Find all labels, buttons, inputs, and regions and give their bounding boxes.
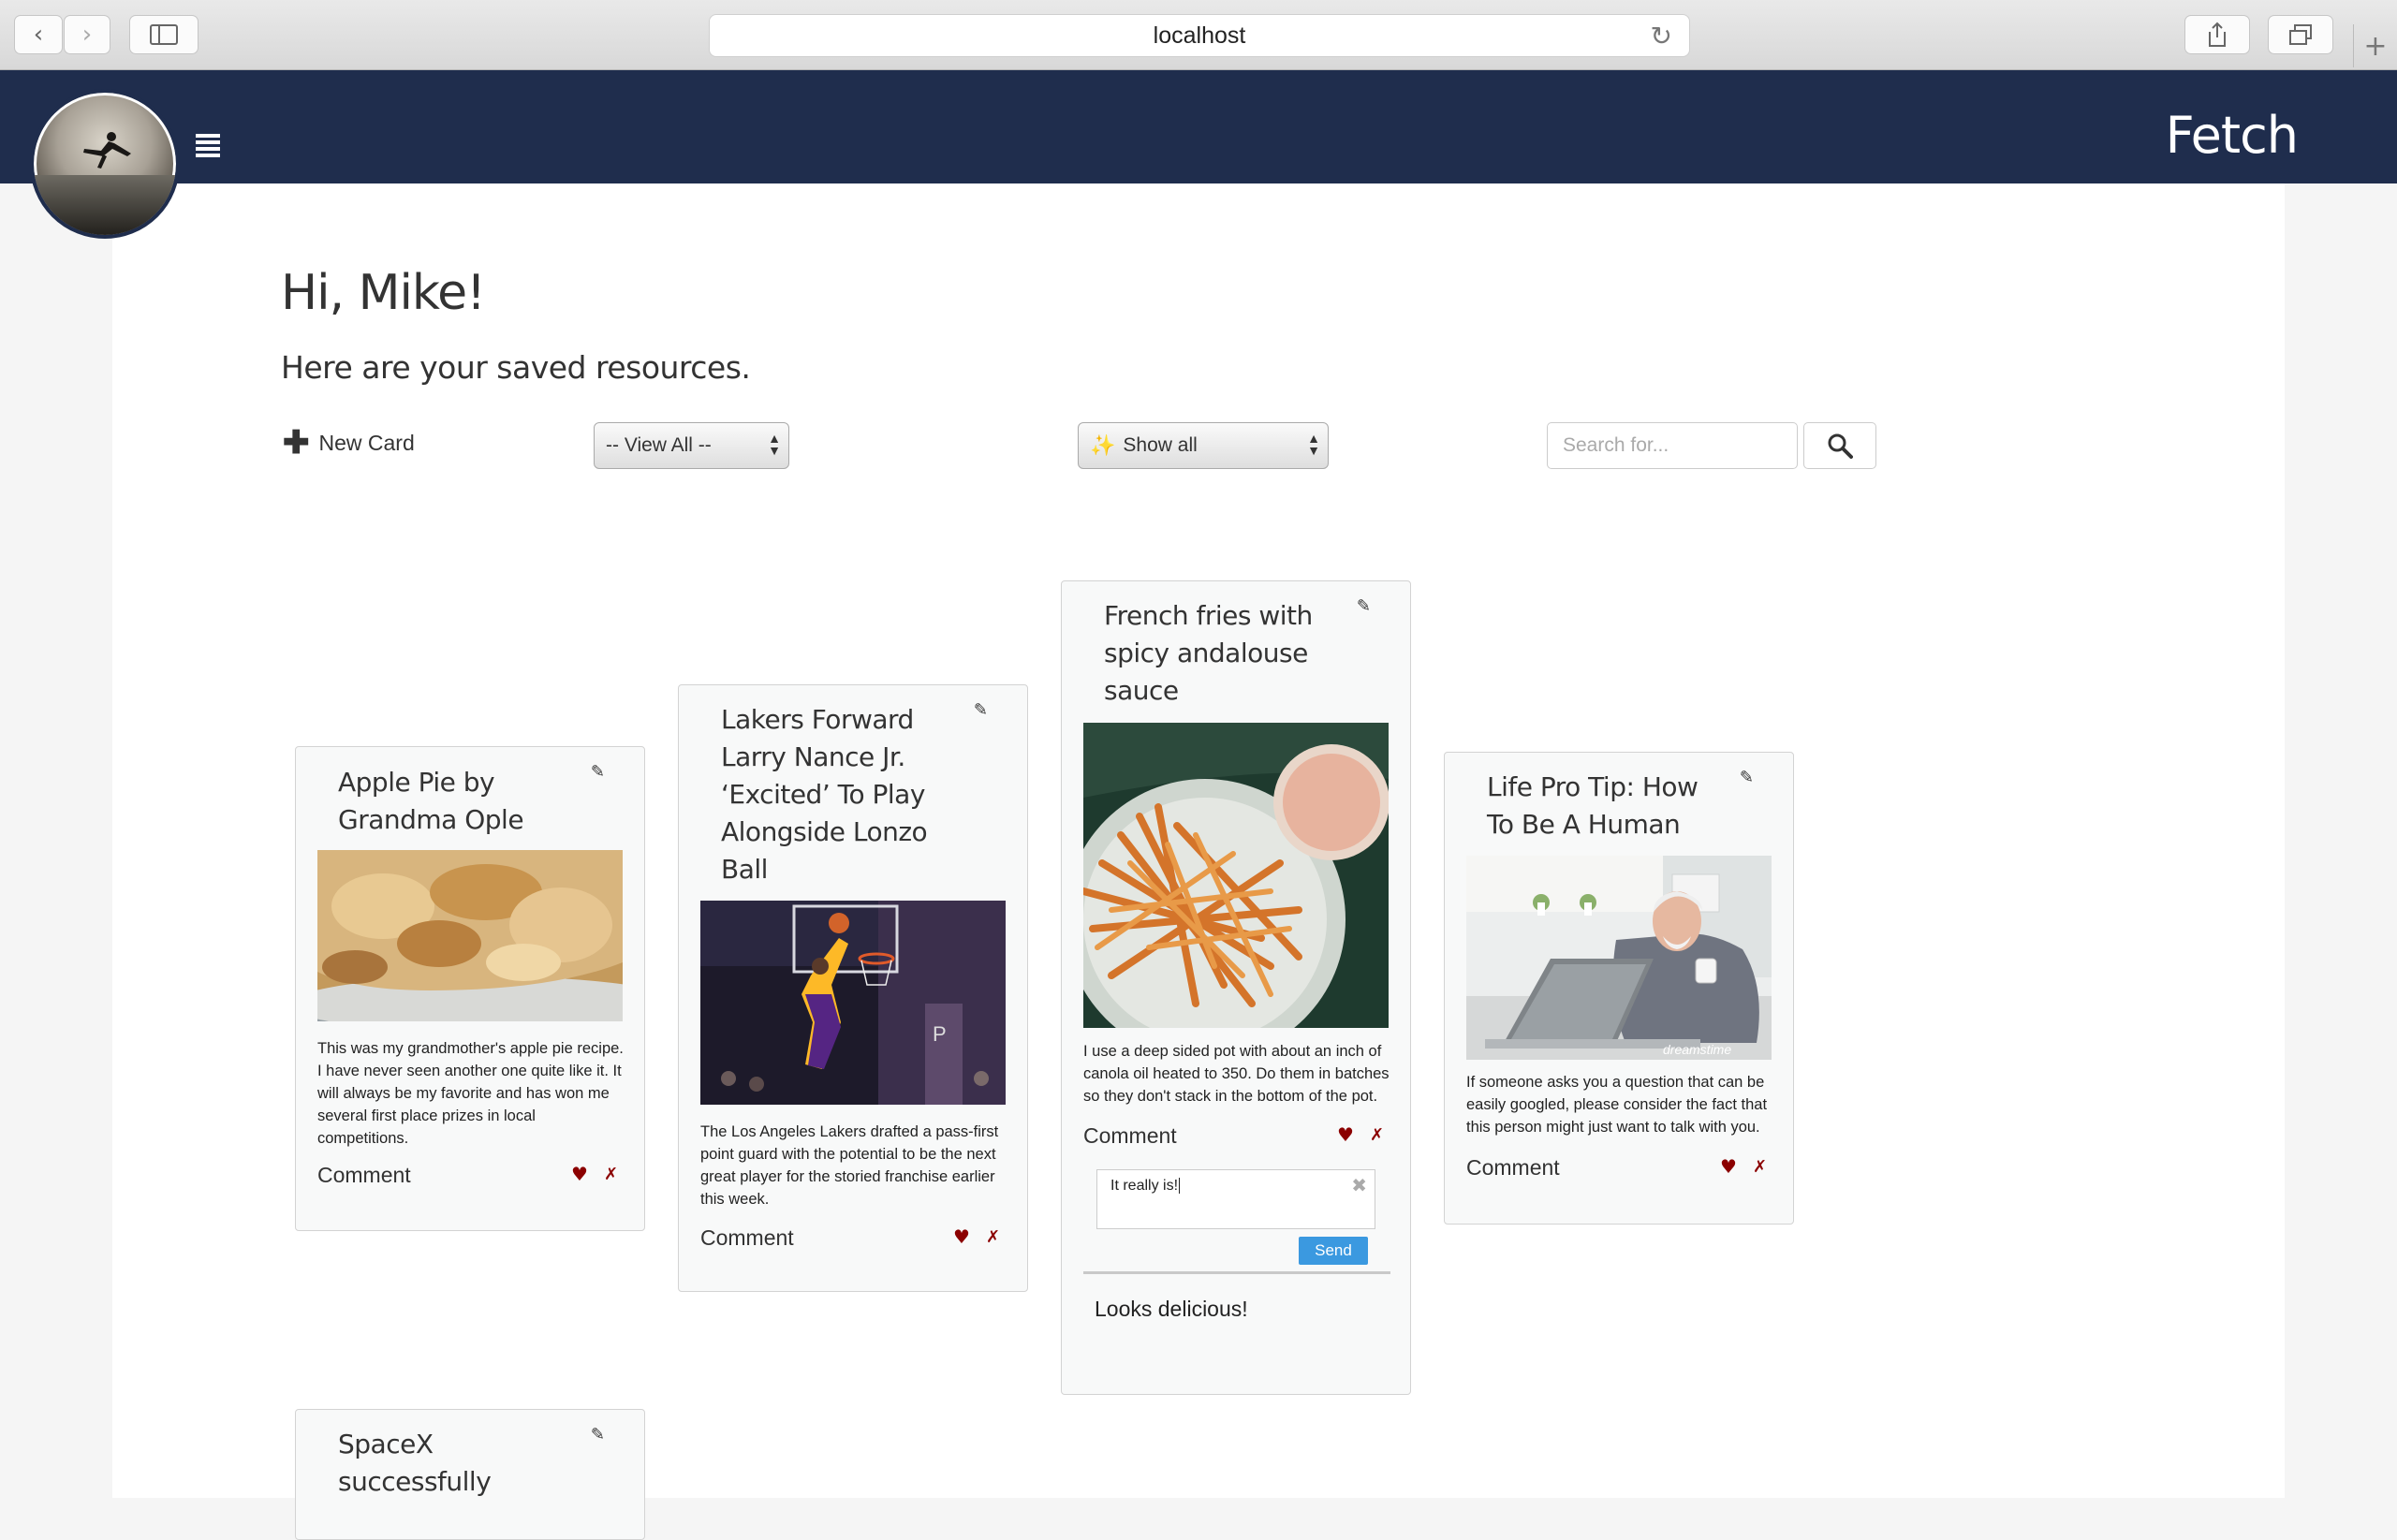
delete-icon[interactable]: ✗ [1753, 1157, 1767, 1177]
svg-text:P: P [933, 1022, 947, 1046]
new-card-label: New Card [318, 430, 415, 455]
comment-button[interactable]: Comment [700, 1225, 794, 1251]
text-cursor [1179, 1178, 1184, 1194]
apple-pie-image[interactable] [317, 850, 623, 1021]
page-title: Hi, Mike! [281, 265, 486, 321]
new-card-button[interactable]: ✚ New Card [283, 427, 415, 459]
avatar-background [34, 175, 176, 235]
back-icon: ‹ [33, 21, 44, 49]
search-button[interactable] [1803, 422, 1876, 469]
sparkle-icon: ✨ [1090, 433, 1116, 457]
hamburger-menu-icon[interactable] [196, 134, 220, 158]
comment-input-value: It really is! [1110, 1178, 1179, 1194]
man-with-laptop-image[interactable]: dreamstime [1466, 856, 1772, 1060]
tabs-icon [2289, 24, 2312, 45]
heart-icon[interactable]: ♥ [953, 1225, 970, 1248]
show-select[interactable]: ✨ Show all ▲ ▼ [1078, 422, 1329, 469]
new-tab-button[interactable]: + [2353, 24, 2397, 67]
edit-icon[interactable]: ✎ [591, 762, 605, 782]
delete-icon[interactable]: ✗ [1370, 1125, 1384, 1145]
forward-button[interactable]: › [64, 15, 110, 54]
show-select-value: Show all [1123, 434, 1198, 456]
card-description: If someone asks you a question that can … [1466, 1074, 1768, 1136]
heart-icon[interactable]: ♥ [1337, 1123, 1354, 1146]
delete-icon[interactable]: ✗ [986, 1227, 1000, 1247]
resource-card: Life Pro Tip: How To Be A Human ✎ dreams… [1444, 752, 1794, 1225]
brand-title[interactable]: Fetch [2166, 106, 2299, 165]
search-input[interactable] [1547, 422, 1798, 469]
delete-icon[interactable]: ✗ [604, 1165, 618, 1184]
page-subtitle: Here are your saved resources. [281, 349, 751, 386]
card-description: This was my grandmother's apple pie reci… [317, 1040, 624, 1147]
card-title[interactable]: Lakers Forward Larry Nance Jr. ‘Excited’… [721, 701, 946, 888]
edit-icon[interactable]: ✎ [1740, 768, 1754, 787]
watermark-text: dreamstime [1663, 1042, 1731, 1057]
edit-icon[interactable]: ✎ [591, 1425, 605, 1445]
resource-card: SpaceX successfully ✎ [295, 1409, 645, 1540]
browser-toolbar: ‹ › localhost ↻ + [0, 0, 2397, 70]
view-select[interactable]: -- View All -- ▲ ▼ [594, 422, 789, 469]
forward-icon: › [81, 21, 93, 49]
divider [1083, 1271, 1390, 1274]
comment-button[interactable]: Comment [1466, 1155, 1560, 1181]
clear-icon[interactable]: ✖ [1351, 1174, 1367, 1197]
search-icon [1828, 433, 1853, 459]
comment-button[interactable]: Comment [317, 1163, 411, 1188]
french-fries-image[interactable] [1083, 723, 1389, 1028]
url-text: localhost [1153, 22, 1246, 49]
app-navbar: Fetch [0, 70, 2397, 183]
sidebar-icon [150, 24, 178, 45]
avatar[interactable] [30, 89, 180, 239]
edit-icon[interactable]: ✎ [974, 700, 988, 720]
share-button[interactable] [2184, 15, 2250, 54]
share-icon [2209, 22, 2226, 47]
card-description: The Los Angeles Lakers drafted a pass-fi… [700, 1123, 999, 1208]
avatar-figure [83, 132, 131, 169]
comment-input[interactable]: It really is! ✖ [1096, 1169, 1375, 1229]
address-bar[interactable]: localhost ↻ [709, 14, 1690, 57]
basketball-image[interactable]: P [700, 901, 1006, 1105]
plus-icon: + [2363, 29, 2388, 63]
send-button[interactable]: Send [1299, 1237, 1368, 1265]
plus-icon: ✚ [283, 425, 310, 461]
card-description: I use a deep sided pot with about an inc… [1083, 1043, 1390, 1105]
resource-card: French fries with spicy andalouse sauce … [1061, 580, 1411, 1395]
resource-card: Lakers Forward Larry Nance Jr. ‘Excited’… [678, 684, 1028, 1292]
card-title[interactable]: SpaceX successfully [338, 1426, 563, 1501]
comment-text: Looks delicious! [1095, 1297, 1248, 1321]
view-select-value: -- View All -- [606, 434, 712, 456]
sidebar-toggle-button[interactable] [129, 15, 199, 54]
select-arrows-icon: ▲ ▼ [1307, 431, 1320, 458]
tabs-overview-button[interactable] [2268, 15, 2333, 54]
select-arrows-icon: ▲ ▼ [768, 431, 781, 458]
reload-icon[interactable]: ↻ [1651, 21, 1672, 51]
comment-button[interactable]: Comment [1083, 1123, 1177, 1149]
resource-card: Apple Pie by Grandma Ople ✎ This was my … [295, 746, 645, 1231]
card-title[interactable]: Life Pro Tip: How To Be A Human [1487, 769, 1712, 843]
heart-icon[interactable]: ♥ [1720, 1155, 1737, 1178]
edit-icon[interactable]: ✎ [1357, 596, 1371, 616]
card-title[interactable]: Apple Pie by Grandma Ople [338, 764, 563, 839]
heart-icon[interactable]: ♥ [571, 1163, 588, 1185]
card-title[interactable]: French fries with spicy andalouse sauce [1104, 597, 1329, 710]
back-button[interactable]: ‹ [14, 15, 63, 54]
